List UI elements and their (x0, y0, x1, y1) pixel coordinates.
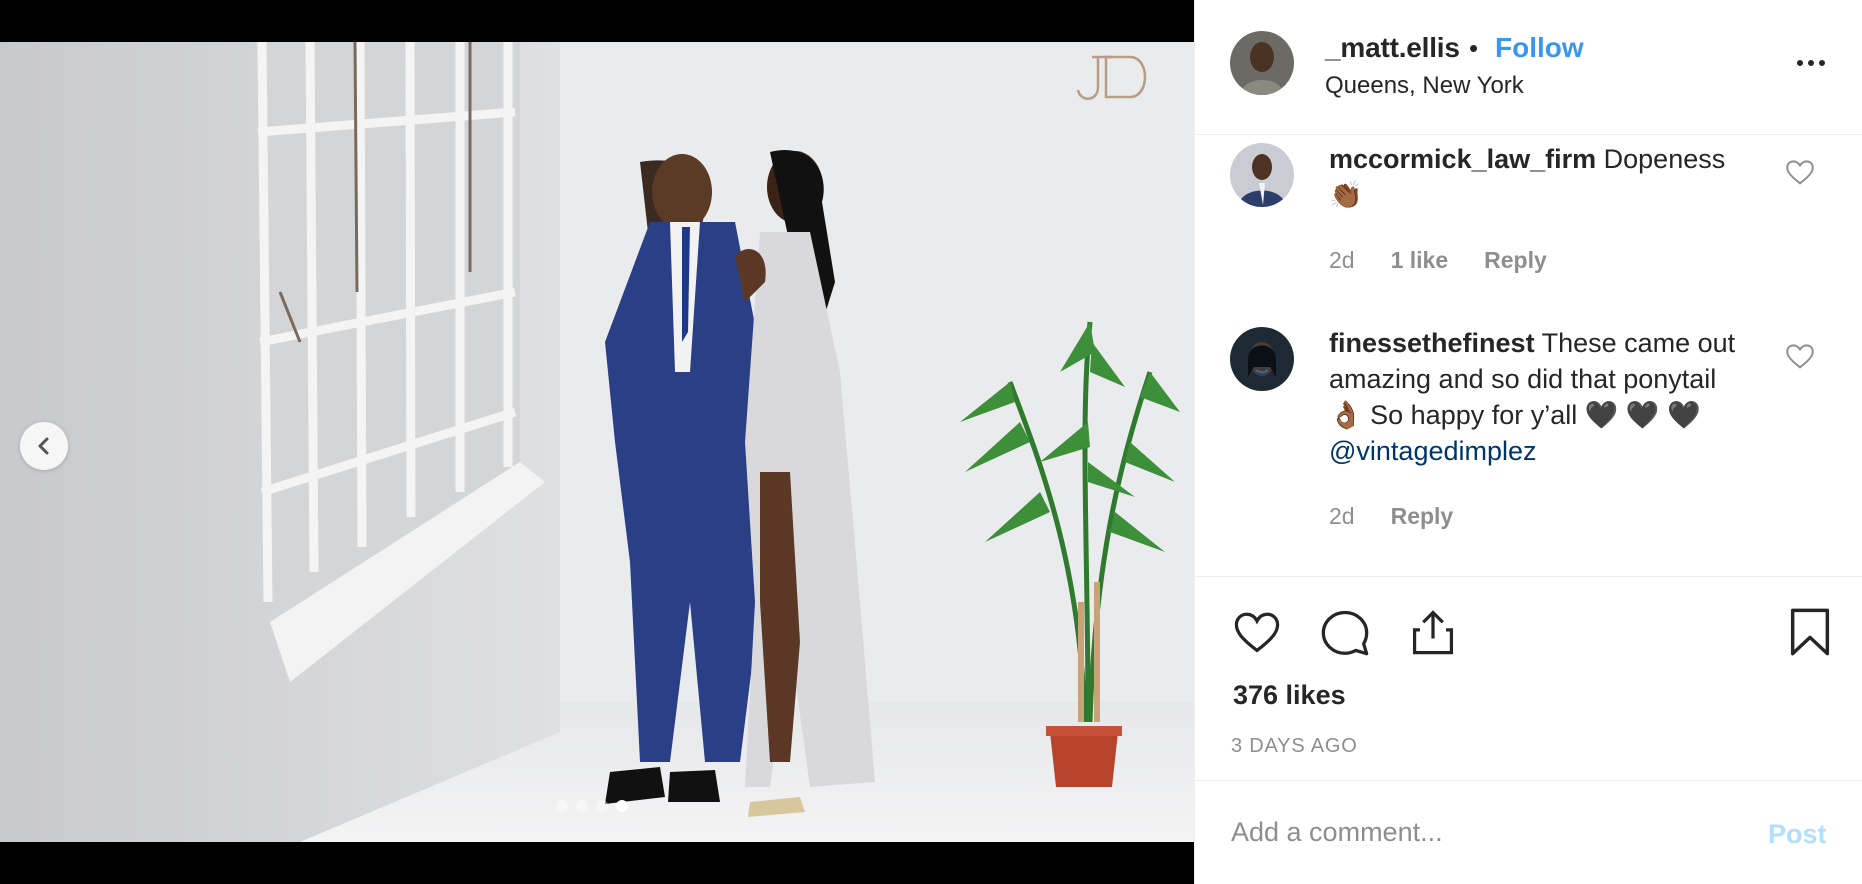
comment-heart-icon[interactable] (1783, 155, 1817, 189)
post-photo[interactable] (0, 42, 1194, 842)
likes-count[interactable]: 376 likes (1233, 680, 1346, 711)
comment-text: So happy for y’all (1370, 400, 1578, 430)
share-icon[interactable] (1407, 606, 1459, 658)
more-icon (1797, 60, 1803, 66)
black-heart-emoji: 🖤 (1625, 400, 1660, 430)
more-icon (1808, 60, 1814, 66)
action-bar (1195, 596, 1862, 666)
black-heart-emoji: 🖤 (1667, 400, 1701, 430)
comment-age: 2d (1329, 503, 1355, 529)
ok-hand-emoji: 👌🏾 (1329, 400, 1363, 430)
reply-button[interactable]: Reply (1484, 247, 1547, 274)
more-options-button[interactable] (1791, 50, 1831, 76)
mention-link[interactable]: @vintagedimplez (1329, 436, 1537, 466)
commenter-avatar[interactable] (1230, 327, 1294, 391)
reply-button[interactable]: Reply (1391, 503, 1454, 530)
author-avatar[interactable] (1230, 31, 1294, 95)
carousel-indicators (556, 800, 628, 812)
comment-text: Dopeness (1603, 144, 1726, 174)
follow-button[interactable]: Follow (1495, 32, 1584, 64)
divider (1195, 576, 1862, 577)
header-separator: • (1469, 33, 1479, 63)
comment-body: mccormick_law_firm Dopeness 👏🏾 (1329, 141, 1749, 213)
add-comment-input[interactable] (1231, 811, 1711, 853)
carousel-dot (576, 800, 588, 812)
clapping-emoji: 👏🏾 (1329, 180, 1363, 210)
comment-likes[interactable]: 1 like (1391, 247, 1449, 274)
post-location[interactable]: Queens, New York (1325, 72, 1524, 100)
comment-heart-icon[interactable] (1783, 339, 1817, 373)
comment-meta: 2d 1 like Reply (1329, 247, 1547, 274)
post-timestamp[interactable]: 3 DAYS AGO (1231, 735, 1358, 758)
comment-age: 2d (1329, 247, 1355, 273)
chevron-left-icon (38, 437, 49, 455)
comments-list[interactable]: mccormick_law_firm Dopeness 👏🏾 2d 1 like… (1195, 135, 1862, 575)
more-icon (1819, 60, 1825, 66)
couple-photo-illustration (0, 42, 1194, 842)
add-comment-row: Post (1195, 781, 1862, 884)
post-media (0, 0, 1194, 884)
carousel-dot (596, 800, 608, 812)
author-username[interactable]: _matt.ellis (1325, 32, 1460, 64)
heart-icon[interactable] (1231, 606, 1283, 658)
comment-username[interactable]: finessethefinest (1329, 328, 1535, 358)
black-heart-emoji: 🖤 (1584, 400, 1619, 430)
carousel-dot (556, 800, 568, 812)
post-header: _matt.ellis • Follow Queens, New York (1195, 0, 1862, 135)
post-comment-button[interactable]: Post (1768, 819, 1827, 850)
comment-username[interactable]: mccormick_law_firm (1329, 144, 1596, 174)
carousel-dot-active (616, 800, 628, 812)
comment-meta: 2d Reply (1329, 503, 1453, 530)
carousel-prev-button[interactable] (20, 422, 68, 470)
post-side-panel: _matt.ellis • Follow Queens, New York mc… (1194, 0, 1862, 884)
comment-body: finessethefinest These came out amazing … (1329, 325, 1749, 469)
comment-icon[interactable] (1319, 606, 1371, 658)
bookmark-icon[interactable] (1787, 606, 1833, 658)
commenter-avatar[interactable] (1230, 143, 1294, 207)
